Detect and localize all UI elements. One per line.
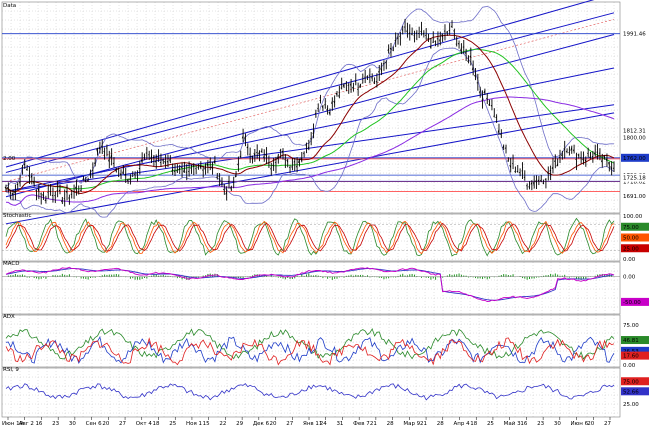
price-axis-tag-text: 1725.18: [623, 176, 646, 182]
price-axis-tag: 1991.46: [621, 29, 649, 38]
x-axis-label: Ноя 1: [186, 421, 202, 427]
x-axis-label: 28: [387, 421, 394, 427]
x-axis-label: 20: [270, 421, 277, 427]
price-bar-open: [516, 171, 518, 173]
oscillator-axis-label: 17.60: [621, 351, 649, 360]
price-bar-open: [194, 168, 197, 170]
price-axis-tag: 1812.31: [621, 126, 649, 135]
stochastic-pane-title: Stochastic: [3, 213, 31, 219]
x-axis-label: Фев 7: [353, 421, 370, 427]
oscillator-axis-label: 100.00: [621, 212, 649, 220]
oscillator-axis-label-text: 0.00: [623, 275, 636, 281]
price-axis-label-text: 1691.00: [623, 194, 646, 200]
macd-pane-title: MACD: [3, 261, 20, 267]
oscillator-axis-label: 75.00: [621, 321, 649, 329]
price-axis-label-text: 1800.00: [623, 135, 646, 141]
x-axis-label: 23: [537, 421, 544, 427]
x-axis-label: 27: [604, 421, 611, 427]
x-axis-label: Мар 9: [403, 421, 420, 427]
x-axis-label: Авг 2: [19, 421, 34, 427]
oscillator-axis-label-text: 100.00: [623, 214, 643, 220]
price-axis-tag-text: 1991.46: [623, 32, 646, 38]
oscillator-axis-label: 52.66: [621, 387, 649, 396]
x-axis-label: 27: [119, 421, 126, 427]
oscillator-axis-label-text: 25.00: [623, 246, 639, 252]
price-bar-open: [35, 189, 37, 192]
oscillator-axis-label-text: 0.00: [623, 257, 636, 263]
oscillator-axis-label: 0.00: [621, 255, 649, 263]
oscillator-axis-label-text: 52.66: [623, 389, 639, 395]
x-axis-label: 31: [336, 421, 343, 427]
technical-analysis-chart: 1800.001762.001730.001718.621691.001991.…: [0, 0, 650, 427]
x-axis-label: 25: [169, 421, 176, 427]
x-axis-label: 21: [420, 421, 427, 427]
x-axis-label: 27: [286, 421, 293, 427]
oscillator-axis-label-text: 75.00: [623, 379, 639, 385]
x-axis-label: 28: [437, 421, 444, 427]
price-bar-open: [394, 39, 396, 42]
oscillator-axis-label: 0.00: [621, 272, 649, 281]
adx-pane-title: ADX: [3, 314, 15, 320]
x-axis-label: Дек 6: [253, 421, 270, 427]
x-axis-label: 23: [52, 421, 59, 427]
oscillator-axis-label: 25.00: [621, 244, 649, 253]
price-axis-tag: 1725.18: [621, 173, 649, 182]
oscillator-axis-label: 25.00: [621, 399, 649, 408]
oscillator-axis-label: 46.81: [621, 336, 649, 345]
x-axis-label: 30: [69, 421, 76, 427]
x-axis-label: 29: [236, 421, 243, 427]
x-axis-label: 15: [203, 421, 210, 427]
x-axis-label: Июн 6: [571, 421, 589, 427]
price-axis-tag-text: 1812.31: [623, 129, 646, 135]
oscillator-axis-label-text: 0.00: [623, 363, 636, 369]
x-axis-label: 22: [219, 421, 226, 427]
rsi-pane-title: RSI, 9: [3, 367, 19, 373]
oscillator-axis-label-text: -50.00: [623, 300, 641, 306]
x-axis-label: Май 3: [504, 420, 521, 427]
x-axis-label: 20: [587, 421, 594, 427]
oscillator-axis-label: 75.00: [621, 222, 649, 231]
chart-window: 1800.001762.001730.001718.621691.001991.…: [0, 0, 650, 427]
x-axis-label: 18: [470, 421, 477, 427]
oscillator-axis-label: -50.00: [621, 297, 649, 306]
price-axis-label: 1691.00: [621, 192, 649, 201]
price-bar-open: [598, 152, 601, 154]
oscillator-axis-label-text: 75.00: [623, 323, 639, 329]
oscillator-axis-label-text: 46.81: [623, 338, 639, 344]
oscillator-axis-label: 75.00: [621, 377, 649, 386]
price-left-label: 2.00: [3, 156, 16, 162]
x-axis-label: 20: [102, 421, 109, 427]
price-axis-label-text: 1762.00: [623, 156, 646, 162]
x-axis-label: 24: [320, 421, 327, 427]
x-axis-label: 25: [487, 421, 494, 427]
oscillator-axis-label-text: 25.00: [623, 402, 639, 408]
oscillator-axis-label: 0.00: [621, 361, 649, 369]
x-axis-label: 21: [370, 421, 377, 427]
oscillator-axis-label: 50.00: [621, 233, 649, 242]
x-axis-label: Сен 6: [86, 421, 103, 427]
x-axis-label: 16: [520, 421, 527, 427]
price-pane-title: Data: [3, 3, 16, 9]
x-axis-label: 16: [35, 421, 42, 427]
oscillator-axis-label-text: 75.00: [623, 225, 639, 231]
x-axis-label: 18: [153, 421, 160, 427]
x-axis-label: Апр 4: [454, 421, 471, 427]
oscillator-axis-label-text: 17.60: [623, 354, 639, 360]
x-axis-label: Окт 4: [136, 421, 153, 427]
x-axis-label: 30: [554, 421, 561, 427]
price-axis-label: 1762.00: [621, 153, 649, 162]
oscillator-axis-label-text: 50.00: [623, 236, 639, 242]
